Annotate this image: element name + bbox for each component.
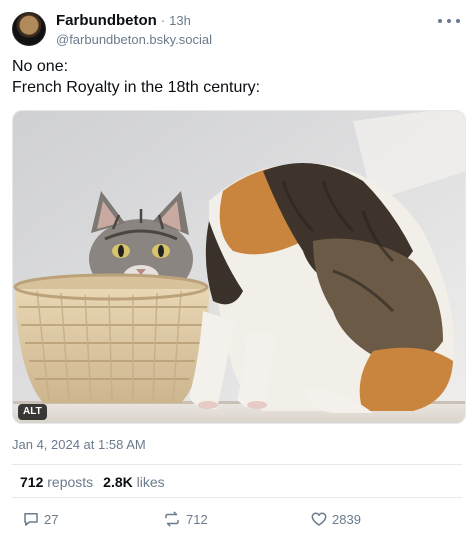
reply-icon [24,513,38,526]
alt-text-badge[interactable]: ALT [18,404,47,420]
post-text: No one: French Royalty in the 18th centu… [12,56,462,98]
more-horizontal-icon [438,19,442,23]
more-options-button[interactable] [438,14,460,28]
reposts-count: 712 [20,474,44,490]
repost-button[interactable]: 712 [162,510,208,528]
meta-separator: · [160,13,166,28]
post-text-line: French Royalty in the 18th century: [12,79,261,96]
post-text-line: No one: [12,58,69,75]
avatar[interactable] [12,12,46,46]
likes-stat[interactable]: 2.8K likes [103,474,164,490]
reply-button[interactable]: 27 [22,510,58,528]
divider [12,464,462,465]
reposts-stat[interactable]: 712 reposts [20,474,93,490]
repost-count: 712 [186,511,208,527]
post-card: Farbundbeton · 13h @farbundbeton.bsky.so… [0,0,474,540]
likes-count: 2.8K [103,474,133,490]
like-button[interactable]: 2839 [310,510,361,528]
more-horizontal-icon [447,19,451,23]
post-actions: 27 712 2839 [0,510,474,532]
post-timestamp: Jan 4, 2024 at 1:58 AM [12,437,146,452]
post-time-ago[interactable]: 13h [169,13,191,28]
post-image[interactable] [12,110,466,424]
cat-photo [13,111,465,423]
reply-count: 27 [44,511,59,527]
likes-label: likes [136,474,165,490]
heart-icon [311,512,327,526]
divider [12,497,462,498]
repost-icon [165,511,179,527]
author-display-name[interactable]: Farbundbeton [56,12,157,29]
author-handle[interactable]: @farbundbeton.bsky.social [56,32,212,47]
reposts-label: reposts [47,474,94,490]
like-count: 2839 [332,511,361,527]
more-horizontal-icon [456,19,460,23]
engagement-stats: 712 reposts 2.8K likes [20,474,165,490]
author-row: Farbundbeton · 13h [56,12,191,29]
